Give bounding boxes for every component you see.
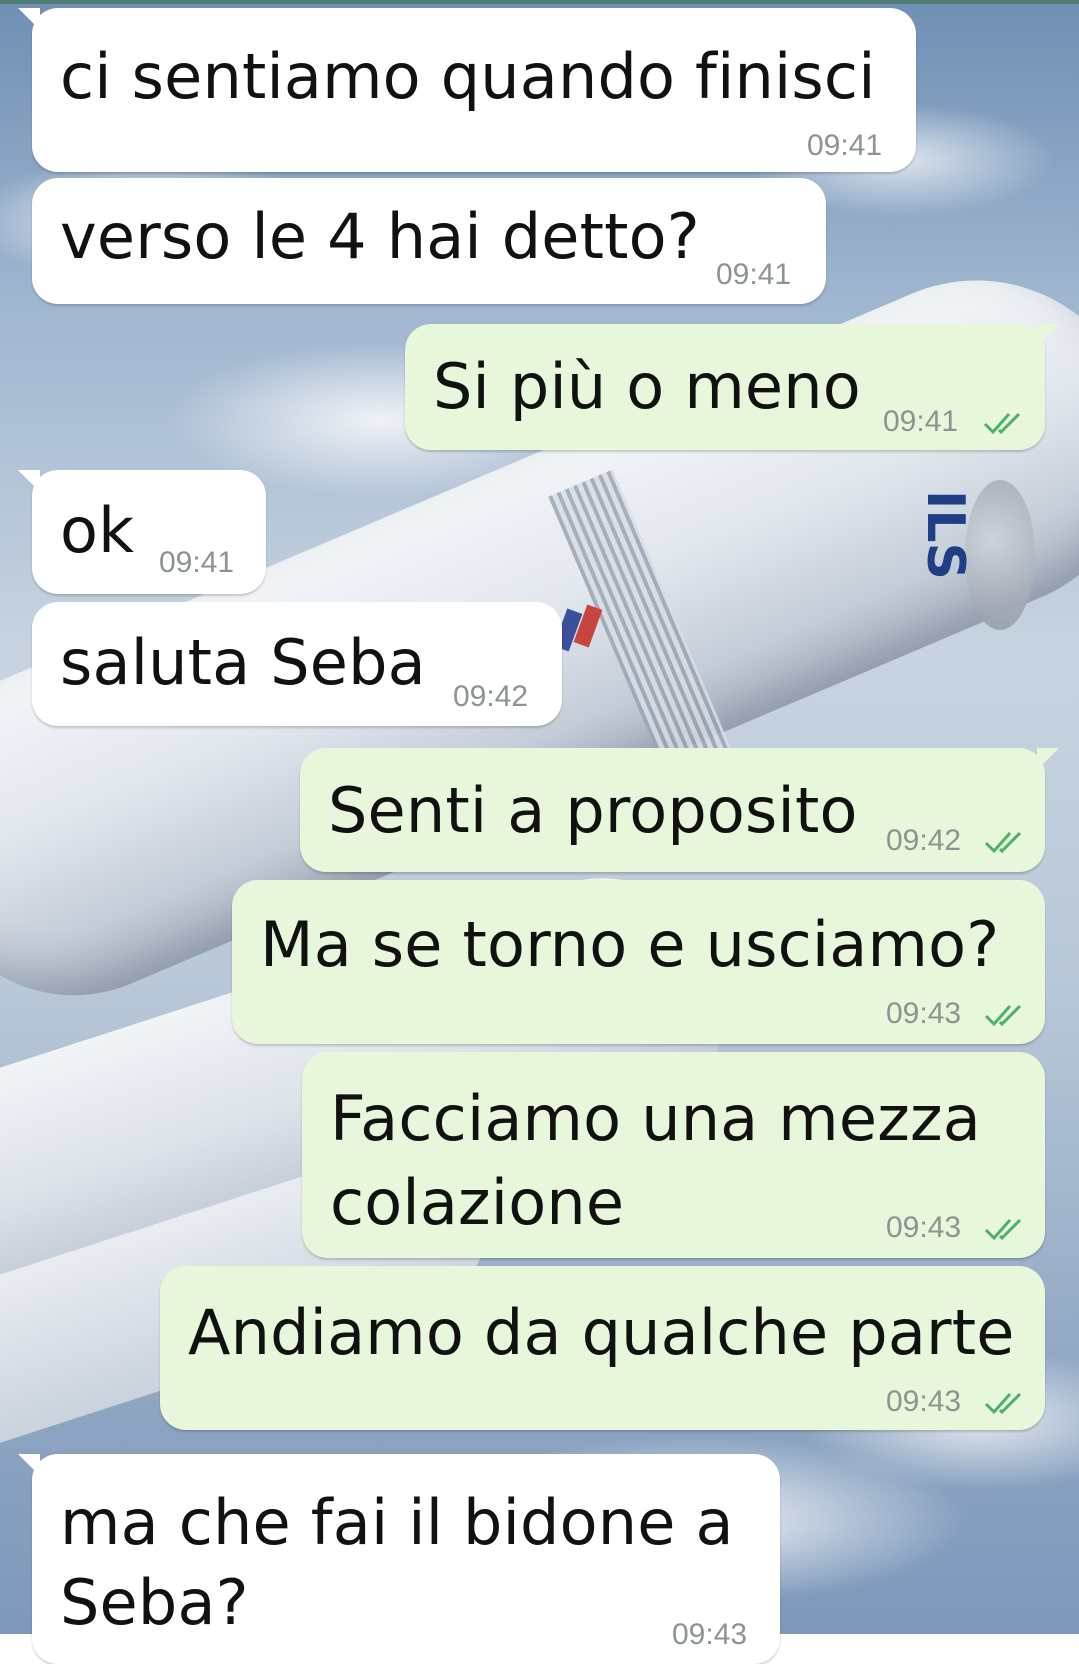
bubble-tail xyxy=(18,1454,40,1476)
message-time: 09:43 xyxy=(886,997,962,1030)
message-text-line: ma che fai il bidone a xyxy=(60,1486,734,1559)
message-text: ok xyxy=(60,494,135,567)
message-text: Si più o meno xyxy=(433,350,861,423)
message-text: Senti a proposito xyxy=(328,774,858,847)
message-time: 09:41 xyxy=(807,129,883,162)
bubble-tail xyxy=(18,8,40,30)
message-text-line: Seba? xyxy=(60,1566,249,1639)
message-text-line: colazione xyxy=(330,1166,625,1239)
message-text: Andiamo da qualche parte xyxy=(188,1296,1015,1369)
message-time: 09:41 xyxy=(159,546,235,579)
message-text: saluta Seba xyxy=(60,626,426,699)
read-receipt-icon xyxy=(984,1218,1022,1241)
message-outgoing[interactable]: Andiamo da qualche parte 09:43 xyxy=(160,1266,1045,1430)
bubble-tail xyxy=(1037,748,1059,770)
message-time: 09:43 xyxy=(672,1618,748,1651)
message-time: 09:43 xyxy=(886,1211,962,1244)
read-receipt-icon xyxy=(984,1004,1022,1027)
message-outgoing[interactable]: Ma se torno e usciamo? 09:43 xyxy=(232,880,1045,1044)
message-outgoing[interactable]: Senti a proposito 09:42 xyxy=(300,748,1059,872)
wallpaper-logo-badge xyxy=(965,480,1035,630)
message-time: 09:43 xyxy=(886,1385,962,1418)
message-outgoing[interactable]: Facciamo una mezza colazione 09:43 xyxy=(302,1052,1045,1258)
message-time: 09:41 xyxy=(883,405,959,438)
message-text-line: Facciamo una mezza xyxy=(330,1082,981,1155)
read-receipt-icon xyxy=(983,412,1021,435)
read-receipt-icon xyxy=(984,1392,1022,1415)
message-incoming[interactable]: saluta Seba 09:42 xyxy=(32,602,562,726)
message-incoming[interactable]: verso le 4 hai detto? 09:41 xyxy=(32,178,826,304)
message-time: 09:41 xyxy=(716,258,792,291)
bubble-tail xyxy=(1037,324,1059,346)
message-outgoing[interactable]: Si più o meno 09:41 xyxy=(405,324,1059,450)
message-text: verso le 4 hai detto? xyxy=(60,200,700,273)
message-time: 09:42 xyxy=(886,824,962,857)
message-text: ci sentiamo quando finisci xyxy=(60,40,876,113)
message-incoming[interactable]: ci sentiamo quando finisci 09:41 xyxy=(18,8,916,172)
message-text: Ma se torno e usciamo? xyxy=(260,908,1000,981)
message-time: 09:42 xyxy=(453,680,529,713)
message-incoming[interactable]: ok 09:41 xyxy=(18,470,266,594)
read-receipt-icon xyxy=(984,831,1022,854)
message-incoming[interactable]: ma che fai il bidone a Seba? 09:43 xyxy=(18,1454,780,1664)
wallpaper-logo-text: ILS xyxy=(914,490,975,580)
bubble-tail xyxy=(18,470,40,492)
top-strip xyxy=(0,0,1079,4)
